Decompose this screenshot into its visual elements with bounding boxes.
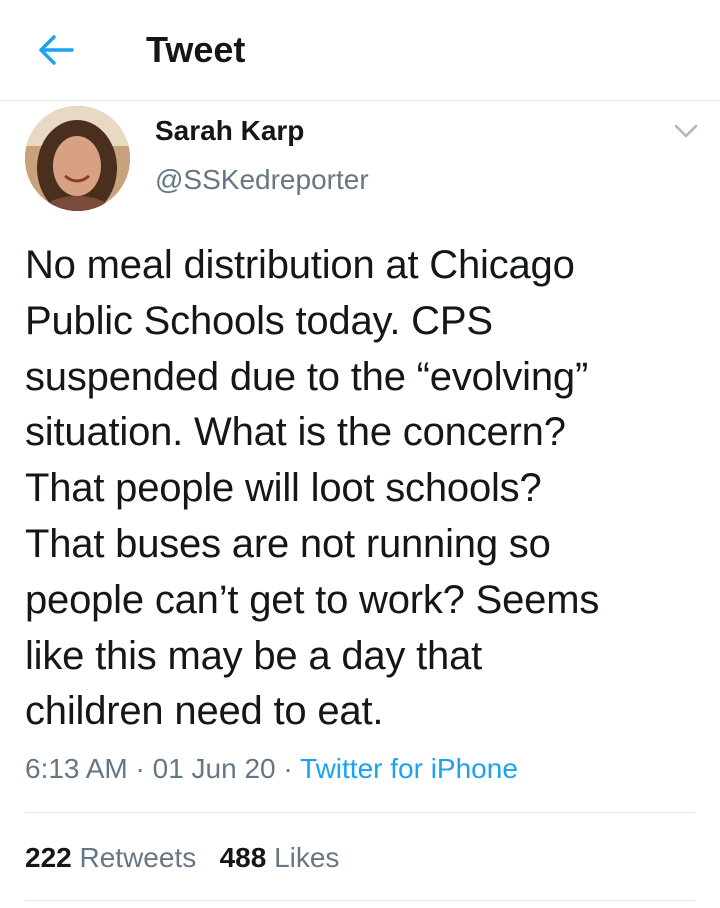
retweets-count: 222 <box>25 842 72 873</box>
likes-label: Likes <box>274 842 340 873</box>
tweet-line: Public Schools today. CPS <box>25 298 493 343</box>
author-handle[interactable]: @SSKedreporter <box>155 163 369 197</box>
tweet-line: That people will loot schools? <box>25 466 542 511</box>
meta-separator: · <box>283 753 293 784</box>
tweet-date: 01 Jun 20 <box>152 753 276 784</box>
avatar[interactable] <box>25 106 130 211</box>
tweet-source-link[interactable]: Twitter for iPhone <box>300 753 518 784</box>
tweet-line: suspended due to the “evolving” <box>25 354 589 399</box>
tweet-line: like this may be a day that <box>25 633 483 678</box>
chevron-down-icon <box>674 124 698 138</box>
top-bar: Tweet <box>0 0 720 101</box>
likes-count: 488 <box>219 842 267 873</box>
retweets-label: Retweets <box>79 842 197 873</box>
arrow-left-icon <box>39 35 74 65</box>
tweet-line: That buses are not running so <box>25 521 551 566</box>
engagement-stats: 222 Retweets 488 Likes <box>25 840 339 876</box>
tweet-line: children need to eat. <box>25 689 384 734</box>
back-button[interactable] <box>32 26 80 74</box>
more-options-button[interactable] <box>666 116 706 146</box>
divider <box>25 900 695 901</box>
likes-stat[interactable]: 488 Likes <box>220 842 340 873</box>
author-name[interactable]: Sarah Karp <box>155 114 304 148</box>
avatar-photo <box>25 106 130 211</box>
retweets-stat[interactable]: 222 Retweets <box>25 842 196 873</box>
divider <box>25 812 695 813</box>
tweet-line: No meal distribution at Chicago <box>25 243 575 287</box>
tweet-line: people can’t get to work? Seems <box>25 577 600 622</box>
tweet-text: No meal distribution at Chicago Public S… <box>25 238 695 740</box>
tweet-metadata: 6:13 AM · 01 Jun 20 · Twitter for iPhone <box>25 751 518 787</box>
page-title: Tweet <box>146 29 246 70</box>
tweet-line: situation. What is the concern? <box>25 410 566 455</box>
meta-separator: · <box>135 753 145 784</box>
tweet-time: 6:13 AM <box>25 753 128 784</box>
